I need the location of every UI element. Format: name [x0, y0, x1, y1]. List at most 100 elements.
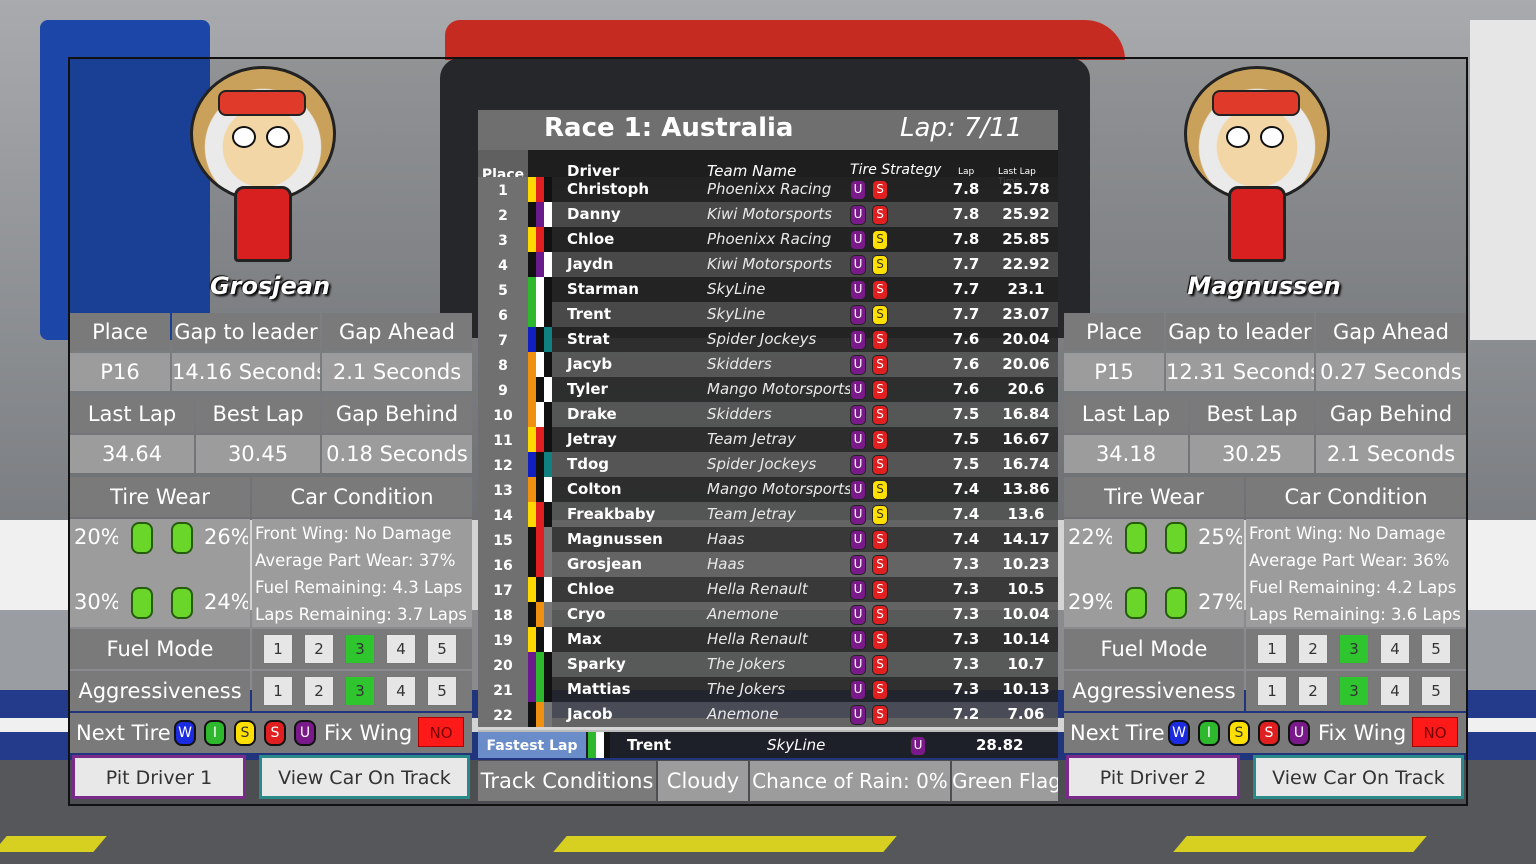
- fix-wing-toggle[interactable]: NO: [418, 717, 464, 747]
- track-conditions-label: Track Conditions: [478, 761, 656, 801]
- row-place: 11: [478, 427, 528, 452]
- tire-next-icon: S: [872, 230, 888, 250]
- row-team: Spider Jockeys: [707, 455, 817, 473]
- tire-soft-button[interactable]: S: [234, 720, 256, 746]
- pit-driver-button[interactable]: Pit Driver 1: [72, 755, 246, 799]
- aggressiveness-option[interactable]: 4: [1380, 676, 1410, 706]
- tire-ultrasoft-icon: U: [850, 255, 866, 275]
- team-color-bar: [528, 577, 536, 602]
- driver-avatar: [190, 66, 336, 266]
- team-color-bar: [544, 652, 552, 677]
- row-place: 13: [478, 477, 528, 502]
- fuel-mode-option[interactable]: 2: [304, 634, 334, 664]
- tire-next-icon: S: [872, 655, 888, 675]
- tire-ultrasoft-icon: U: [850, 305, 866, 325]
- tire-wear-icon: [171, 587, 193, 619]
- row-place: 8: [478, 352, 528, 377]
- place-value: P15: [1064, 353, 1164, 391]
- tire-next-icon: S: [872, 555, 888, 575]
- row-last-lap-time: 20.6: [1007, 380, 1045, 398]
- aggressiveness-option[interactable]: 3: [345, 676, 375, 706]
- car-condition-item: Average Part Wear: 36%: [1249, 551, 1450, 570]
- aggressiveness-option[interactable]: 4: [386, 676, 416, 706]
- team-color-bar: [528, 252, 536, 277]
- aggressiveness-option[interactable]: 2: [1298, 676, 1328, 706]
- team-color-bar: [544, 577, 552, 602]
- tire-ultrasoft-icon: U: [850, 280, 866, 300]
- row-last-lap-time: 20.06: [1002, 355, 1050, 373]
- tire-supersoft-button[interactable]: S: [1258, 720, 1280, 746]
- tire-supersoft-button[interactable]: S: [264, 720, 286, 746]
- fuel-mode-option[interactable]: 1: [1257, 634, 1287, 664]
- fuel-mode-option[interactable]: 4: [1380, 634, 1410, 664]
- tire-wear-value: 24%: [204, 590, 248, 614]
- row-lap: 7.5: [952, 405, 980, 423]
- team-color-bar: [544, 552, 552, 577]
- tire-next-icon: S: [872, 455, 888, 475]
- tire-next-icon: S: [872, 705, 888, 725]
- row-lap: 7.4: [952, 505, 980, 523]
- aggressiveness-option[interactable]: 5: [1421, 676, 1451, 706]
- standings-row: 3 Chloe Phoenixx Racing U S 7.8 25.85: [478, 227, 1058, 252]
- fuel-mode-option[interactable]: 1: [263, 634, 293, 664]
- tire-ultrasoft-icon: U: [850, 355, 866, 375]
- team-color-bar: [528, 477, 536, 502]
- team-color-bar: [588, 732, 596, 758]
- row-last-lap-time: 10.04: [1002, 605, 1050, 623]
- standings-row: 12 Tdog Spider Jockeys U S 7.5 16.74: [478, 452, 1058, 477]
- tire-inter-button[interactable]: I: [1198, 720, 1220, 746]
- tire-ultrasoft-icon: U: [850, 205, 866, 225]
- tire-inter-button[interactable]: I: [204, 720, 226, 746]
- tire-wear-value: 22%: [1068, 525, 1112, 549]
- row-last-lap-time: 25.85: [1002, 230, 1050, 248]
- team-color-bar: [536, 227, 544, 252]
- team-color-bar: [536, 552, 544, 577]
- row-place: 4: [478, 252, 528, 277]
- tire-ultrasoft-button[interactable]: U: [294, 720, 316, 746]
- fix-wing-toggle[interactable]: NO: [1412, 717, 1458, 747]
- pit-driver-button[interactable]: Pit Driver 2: [1066, 755, 1240, 799]
- fuel-mode-option[interactable]: 5: [427, 634, 457, 664]
- team-color-bar: [544, 277, 552, 302]
- row-lap: 7.3: [952, 580, 980, 598]
- tire-wear-icon: [1165, 587, 1187, 619]
- helmet-visor: [218, 90, 306, 116]
- tire-ultrasoft-button[interactable]: U: [1288, 720, 1310, 746]
- car-condition-item: Laps Remaining: 3.7 Laps: [255, 605, 467, 624]
- team-color-bar: [536, 652, 544, 677]
- tire-wet-button[interactable]: W: [1168, 720, 1190, 746]
- team-color-bar: [536, 252, 544, 277]
- row-last-lap-time: 10.23: [1002, 555, 1050, 573]
- aggressiveness-option[interactable]: 1: [1257, 676, 1287, 706]
- standings-row: 21 Mattias The Jokers U S 7.3 10.13: [478, 677, 1058, 702]
- view-car-button[interactable]: View Car On Track: [259, 755, 470, 799]
- row-lap: 7.4: [952, 530, 980, 548]
- team-color-bar: [544, 677, 552, 702]
- fuel-mode-option[interactable]: 3: [345, 634, 375, 664]
- aggressiveness-option[interactable]: 1: [263, 676, 293, 706]
- view-car-button[interactable]: View Car On Track: [1253, 755, 1464, 799]
- fuel-mode-option[interactable]: 2: [1298, 634, 1328, 664]
- tire-next-icon: S: [872, 330, 888, 350]
- pit-gantry-roof: [445, 20, 1125, 60]
- team-color-bar: [528, 652, 536, 677]
- standings-row: 1 Christoph Phoenixx Racing U S 7.8 25.7…: [478, 177, 1058, 202]
- row-place: 15: [478, 527, 528, 552]
- fuel-mode-option[interactable]: 5: [1421, 634, 1451, 664]
- track-conditions-bar: Track Conditions Cloudy Chance of Rain: …: [478, 761, 1058, 801]
- tire-soft-button[interactable]: S: [1228, 720, 1250, 746]
- yellow-marking: [1173, 836, 1427, 852]
- row-driver: Grosjean: [567, 555, 643, 573]
- tire-next-icon: S: [872, 480, 888, 500]
- fuel-mode-option[interactable]: 3: [1339, 634, 1369, 664]
- place-value: P16: [70, 353, 170, 391]
- tire-wet-button[interactable]: W: [174, 720, 196, 746]
- row-last-lap-time: 13.86: [1002, 480, 1050, 498]
- row-lap: 7.3: [952, 555, 980, 573]
- tire-wear-icon: [1165, 522, 1187, 554]
- aggressiveness-option[interactable]: 3: [1339, 676, 1369, 706]
- row-lap: 7.4: [952, 480, 980, 498]
- aggressiveness-option[interactable]: 5: [427, 676, 457, 706]
- aggressiveness-option[interactable]: 2: [304, 676, 334, 706]
- fuel-mode-option[interactable]: 4: [386, 634, 416, 664]
